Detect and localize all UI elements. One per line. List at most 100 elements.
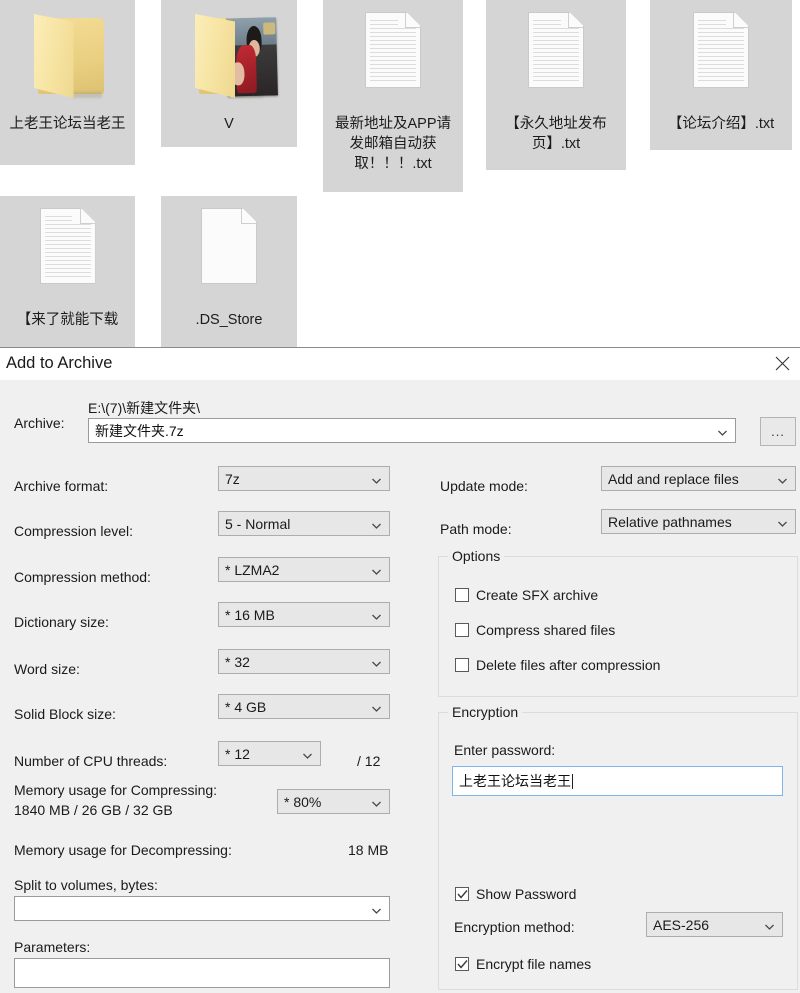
update-mode-select[interactable]: Add and replace files [601, 466, 796, 491]
cpu-threads-total: / 12 [357, 753, 381, 769]
archive-label: Archive: [14, 415, 65, 431]
split-volumes-label: Split to volumes, bytes: [14, 877, 158, 893]
archive-format-label: Archive format: [14, 478, 109, 494]
encryption-method-select[interactable]: AES-256 [646, 912, 783, 937]
file-label: 上老王论坛当老王 [9, 116, 126, 132]
dialog-titlebar: Add to Archive [0, 348, 800, 380]
archive-name-value: 新建文件夹.7z [95, 422, 184, 439]
checkbox-label: Show Password [476, 886, 577, 902]
show-password-checkbox[interactable]: Show Password [455, 886, 576, 902]
folder-icon [20, 6, 116, 112]
file-label: V [224, 116, 234, 132]
checkbox-box [455, 658, 469, 672]
cpu-threads-select[interactable]: * 12 [218, 741, 321, 766]
word-size-value: * 32 [225, 653, 250, 670]
compression-method-label: Compression method: [14, 569, 151, 585]
chevron-down-icon [302, 748, 313, 759]
checkbox-label: Delete files after compression [476, 657, 661, 673]
file-tile-text-1[interactable]: 最新地址及APP请发邮箱自动获取！！！.txt [323, 0, 463, 192]
text-file-icon [345, 6, 441, 112]
memory-decompressing-value: 18 MB [348, 842, 389, 858]
create-sfx-archive-checkbox[interactable]: Create SFX archive [455, 587, 598, 603]
chevron-down-icon [371, 796, 382, 807]
checkbox-label: Create SFX archive [476, 587, 599, 603]
archive-format-value: 7z [225, 470, 240, 487]
chevron-down-icon [777, 516, 788, 527]
add-to-archive-dialog: Add to Archive Archive: E:\(7)\新建文件夹\ 新建… [0, 347, 800, 993]
checkbox-box [455, 957, 469, 971]
compression-method-value: * LZMA2 [225, 561, 280, 578]
chevron-down-icon [717, 425, 728, 436]
path-mode-label: Path mode: [440, 521, 512, 537]
update-mode-value: Add and replace files [608, 470, 739, 487]
file-tile-folder-1[interactable]: 上老王论坛当老王 [0, 0, 135, 165]
word-size-select[interactable]: * 32 [218, 649, 390, 674]
text-file-icon [20, 202, 116, 308]
close-icon[interactable] [764, 348, 800, 379]
word-size-label: Word size: [14, 661, 80, 677]
solid-block-size-select[interactable]: * 4 GB [218, 694, 390, 719]
chevron-down-icon [371, 518, 382, 529]
options-group-title: Options [448, 548, 505, 564]
encryption-method-label: Encryption method: [454, 919, 575, 935]
password-input[interactable]: 上老王论坛当老王 [452, 766, 783, 796]
file-tile-ds-store[interactable]: .DS_Store [161, 196, 297, 347]
dictionary-size-select[interactable]: * 16 MB [218, 602, 390, 627]
chevron-down-icon [777, 473, 788, 484]
text-file-icon [673, 6, 769, 112]
solid-block-size-label: Solid Block size: [14, 706, 116, 722]
checkbox-label: Compress shared files [476, 622, 616, 638]
dictionary-size-value: * 16 MB [225, 606, 275, 623]
checkbox-box [455, 588, 469, 602]
parameters-input[interactable] [14, 958, 390, 988]
file-explorer-icon-view: 上老王论坛当老王 V 最新地址及APP请发邮箱自动获取！！！.txt 【永久地址… [0, 0, 800, 347]
file-label: 最新地址及APP请发邮箱自动获取！！！.txt [334, 116, 451, 172]
encryption-group-title: Encryption [448, 704, 523, 720]
cpu-threads-label: Number of CPU threads: [14, 753, 168, 769]
browse-button[interactable]: ... [760, 417, 796, 446]
memory-usage-select[interactable]: * 80% [277, 789, 390, 814]
file-label: 【永久地址发布页】.txt [505, 116, 607, 152]
checkbox-label: Encrypt file names [476, 956, 592, 972]
compress-shared-files-checkbox[interactable]: Compress shared files [455, 622, 615, 638]
update-mode-label: Update mode: [440, 478, 528, 494]
file-label: .DS_Store [195, 312, 263, 328]
chevron-down-icon [371, 609, 382, 620]
chevron-down-icon [371, 903, 382, 914]
encrypt-file-names-checkbox[interactable]: Encrypt file names [455, 956, 591, 972]
solid-block-size-value: * 4 GB [225, 698, 267, 715]
compression-level-value: 5 - Normal [225, 515, 291, 532]
file-tile-folder-2[interactable]: V [161, 0, 297, 147]
path-mode-value: Relative pathnames [608, 513, 732, 530]
chevron-down-icon [371, 701, 382, 712]
file-tile-text-4[interactable]: 【来了就能下载 [0, 196, 135, 347]
text-file-icon [508, 6, 604, 112]
memory-decompressing-label: Memory usage for Decompressing: [14, 842, 232, 858]
compression-method-select[interactable]: * LZMA2 [218, 557, 390, 582]
password-value: 上老王论坛当老王 [459, 773, 571, 789]
path-mode-select[interactable]: Relative pathnames [601, 509, 796, 534]
checkbox-box [455, 623, 469, 637]
chevron-down-icon [371, 656, 382, 667]
folder-with-preview-icon [181, 6, 279, 112]
blank-file-icon [181, 202, 277, 308]
compression-level-label: Compression level: [14, 523, 134, 539]
dialog-title: Add to Archive [6, 354, 113, 372]
chevron-down-icon [371, 564, 382, 575]
file-tile-text-3[interactable]: 【论坛介绍】.txt [650, 0, 792, 150]
split-volumes-input[interactable] [14, 896, 390, 921]
enter-password-label: Enter password: [454, 742, 556, 758]
memory-usage-value: * 80% [284, 793, 322, 810]
archive-format-select[interactable]: 7z [218, 466, 390, 491]
archive-name-input[interactable]: 新建文件夹.7z [88, 418, 736, 443]
compression-level-select[interactable]: 5 - Normal [218, 511, 390, 536]
chevron-down-icon [371, 473, 382, 484]
chevron-down-icon [764, 919, 775, 930]
memory-compressing-detail: 1840 MB / 26 GB / 32 GB [14, 802, 173, 818]
delete-files-after-compression-checkbox[interactable]: Delete files after compression [455, 657, 660, 673]
memory-compressing-label: Memory usage for Compressing: [14, 782, 218, 798]
cpu-threads-value: * 12 [225, 745, 250, 762]
parameters-label: Parameters: [14, 939, 91, 955]
file-tile-text-2[interactable]: 【永久地址发布页】.txt [486, 0, 626, 170]
archive-path-text: E:\(7)\新建文件夹\ [88, 400, 201, 416]
